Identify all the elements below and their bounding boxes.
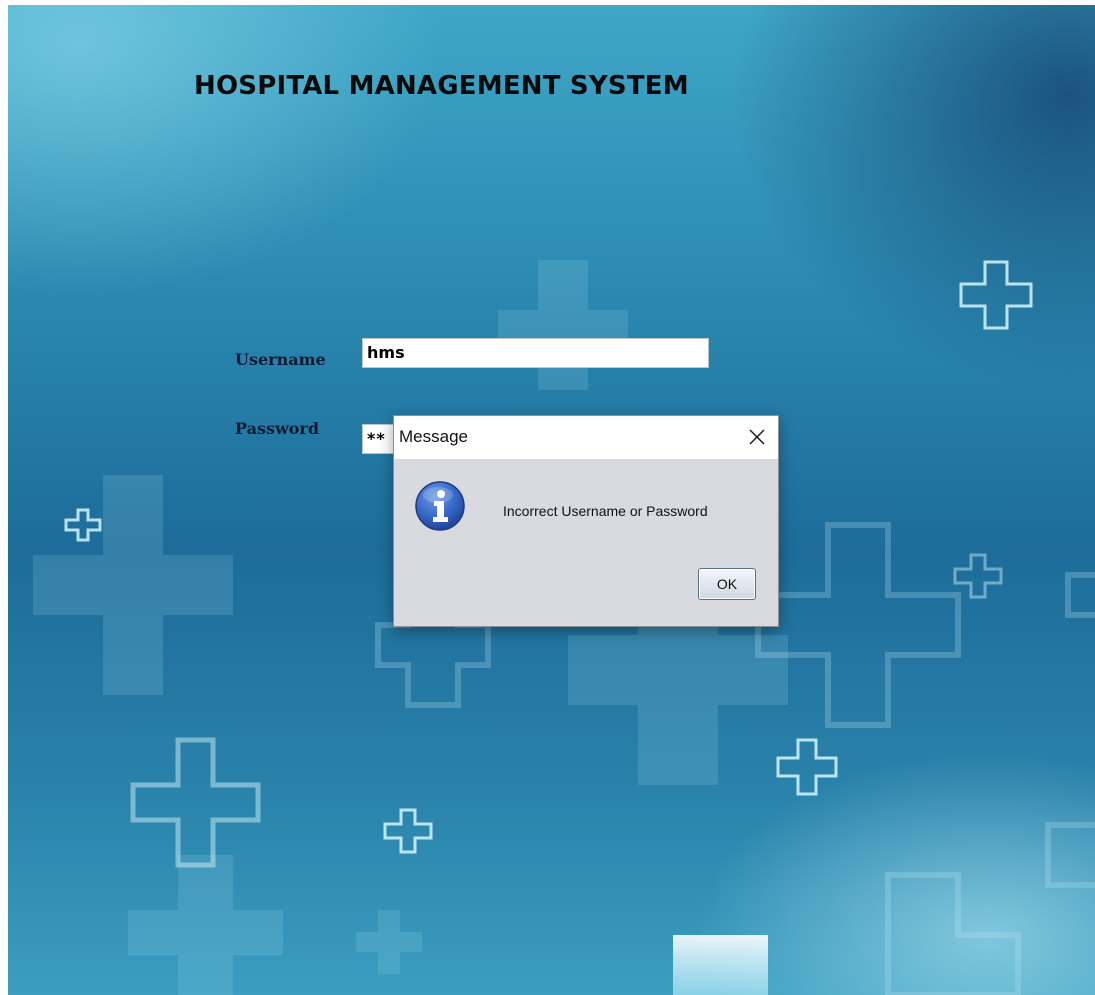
close-icon	[749, 429, 765, 445]
dialog-close-button[interactable]	[742, 422, 772, 452]
dialog-title: Message	[399, 427, 468, 446]
username-label: Username	[235, 350, 326, 369]
info-icon	[415, 481, 465, 531]
app-title: HOSPITAL MANAGEMENT SYSTEM	[194, 71, 689, 101]
login-window: HOSPITAL MANAGEMENT SYSTEM Username hms …	[8, 5, 1095, 995]
username-field[interactable]: hms	[362, 338, 709, 368]
dialog-message: Incorrect Username or Password	[503, 503, 708, 519]
message-dialog: Message Incorrect Username or Password O…	[393, 415, 779, 627]
ok-button[interactable]: OK	[698, 568, 756, 600]
dialog-titlebar[interactable]: Message	[394, 416, 778, 459]
password-label: Password	[235, 419, 320, 438]
